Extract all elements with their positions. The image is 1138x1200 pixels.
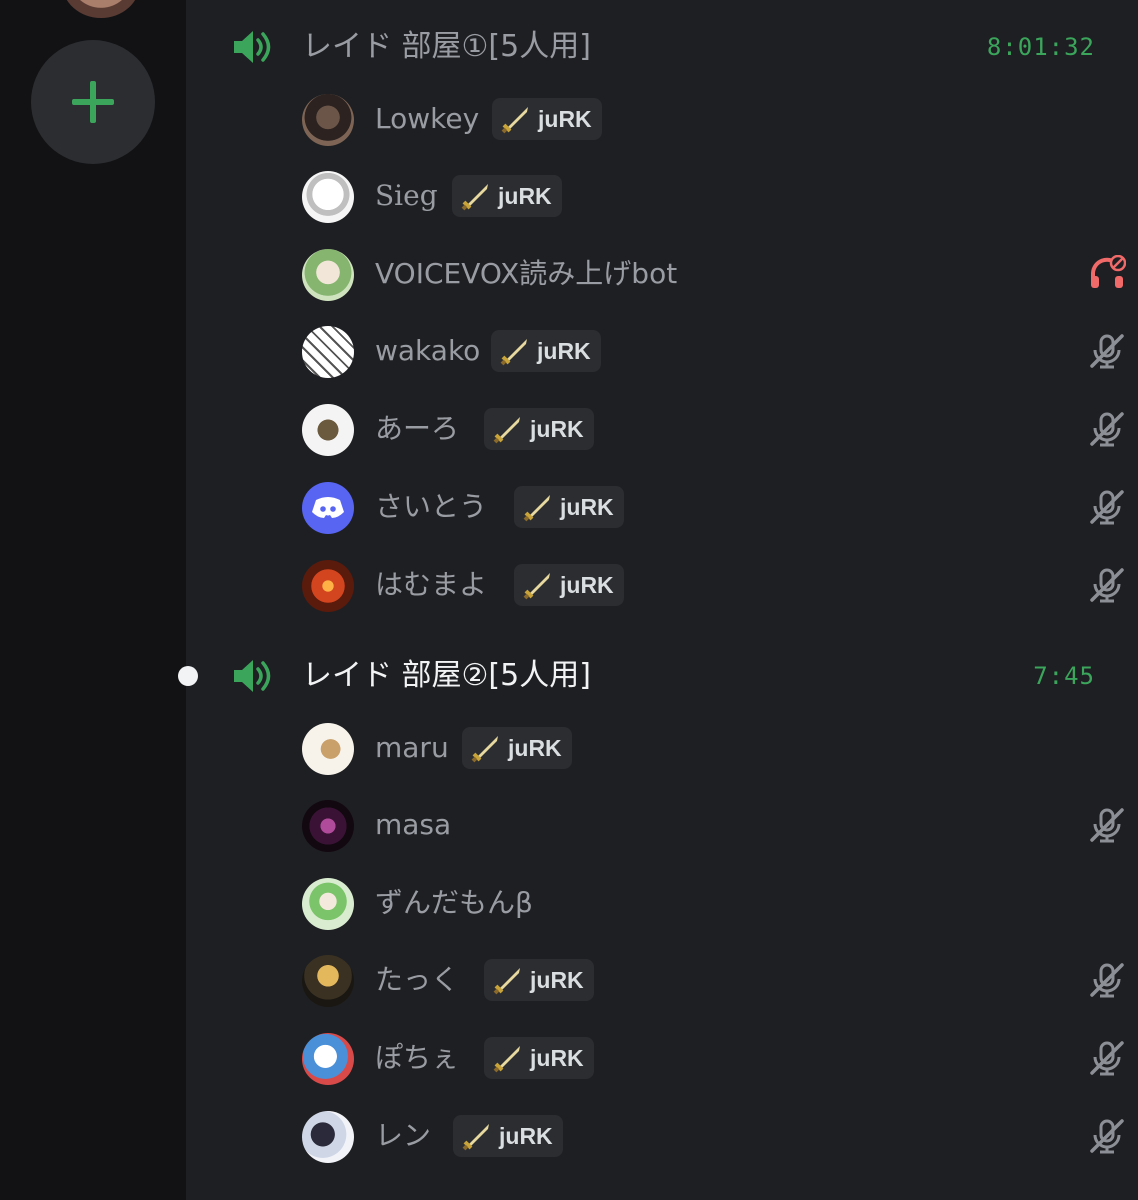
member-name: あーろ [375, 412, 460, 445]
add-server-button[interactable] [31, 40, 155, 164]
role-tag: juRK [514, 486, 624, 528]
role-tag: juRK [514, 564, 624, 606]
member-row[interactable]: たっく juRK [302, 951, 1124, 1009]
sword-icon [500, 339, 527, 366]
member-row[interactable]: masa [302, 796, 1124, 854]
avatar [302, 560, 354, 612]
muted-mic-icon [1090, 808, 1124, 843]
sword-icon [461, 184, 488, 211]
member-name: Lowkey [375, 102, 480, 135]
sword-icon [493, 417, 520, 444]
member-name: レン [375, 1119, 432, 1152]
member-name: wakako [375, 334, 481, 367]
avatar [302, 326, 354, 378]
muted-mic-icon [1090, 490, 1124, 525]
member-row[interactable]: maru juRK [302, 719, 1102, 777]
speaker-icon [234, 31, 271, 63]
unread-indicator [178, 666, 198, 686]
role-tag: juRK [484, 959, 594, 1001]
role-tag-label: juRK [508, 734, 562, 761]
member-row[interactable]: Lowkey juRK [302, 90, 1102, 148]
member-row[interactable]: Sieg juRK [302, 167, 1102, 225]
discord-logo-icon [312, 497, 344, 518]
member-row[interactable]: ぽちぇ juRK [302, 1029, 1124, 1087]
role-tag-label: juRK [537, 337, 591, 364]
muted-mic-icon [1090, 1041, 1124, 1076]
voice-channel-list: レイド 部屋①[5人用] 8:01:32 レイド 部屋②[5人用] 7:45 L… [178, 0, 1138, 1200]
avatar [302, 723, 354, 775]
channel-timer: 8:01:32 [986, 33, 1095, 61]
member-row[interactable]: あーろ juRK [302, 400, 1124, 458]
role-tag: juRK [452, 175, 562, 217]
discord-default-avatar [302, 482, 354, 534]
sword-icon [493, 968, 520, 995]
member-name: masa [375, 808, 452, 841]
role-tag: juRK [491, 330, 601, 372]
avatar [302, 1111, 354, 1163]
member-name: VOICEVOX読み上げbot [375, 257, 678, 290]
server-rail [0, 0, 186, 1200]
channel-name: レイド 部屋②[5人用] [302, 658, 591, 693]
muted-mic-icon [1090, 1119, 1124, 1154]
sword-icon [493, 1046, 520, 1073]
voice-channel-1[interactable]: レイド 部屋①[5人用] 8:01:32 [186, 17, 1138, 77]
sword-icon [523, 573, 550, 600]
sword-icon [501, 107, 528, 134]
role-tag-label: juRK [560, 571, 614, 598]
member-name: Sieg [375, 179, 438, 212]
avatar [302, 955, 354, 1007]
role-tag-label: juRK [499, 1122, 553, 1149]
role-tag: juRK [484, 408, 594, 450]
member-row[interactable]: はむまよ juRK [302, 556, 1124, 614]
sword-icon [462, 1124, 489, 1151]
voice-channel-2[interactable]: レイド 部屋②[5人用] 7:45 [178, 646, 1138, 706]
sword-icon [523, 495, 550, 522]
speaker-icon [234, 660, 271, 692]
avatar [302, 94, 354, 146]
member-row[interactable]: レン juRK [302, 1107, 1124, 1165]
role-tag-label: juRK [560, 493, 614, 520]
member-name: maru [375, 731, 449, 764]
avatar [302, 249, 354, 301]
channel-name: レイド 部屋①[5人用] [302, 29, 591, 64]
role-tag: juRK [492, 98, 602, 140]
member-name: はむまよ [375, 568, 488, 601]
member-name: ずんだもんβ [375, 886, 533, 919]
role-tag-label: juRK [530, 966, 584, 993]
role-tag-label: juRK [530, 1044, 584, 1071]
role-tag: juRK [484, 1037, 594, 1079]
member-row[interactable]: VOICEVOX読み上げbot [302, 245, 1126, 303]
member-name: さいとう [375, 490, 488, 523]
avatar [302, 404, 354, 456]
member-row[interactable]: ずんだもんβ [302, 874, 1102, 932]
avatar [302, 171, 354, 223]
avatar [302, 800, 354, 852]
plus-icon [72, 81, 114, 123]
member-name: ぽちぇ [375, 1041, 460, 1074]
deafened-icon [1091, 255, 1126, 288]
muted-mic-icon [1090, 412, 1124, 447]
muted-mic-icon [1090, 334, 1124, 369]
avatar [302, 878, 354, 930]
member-row[interactable]: wakako juRK [302, 322, 1124, 380]
role-tag-label: juRK [498, 182, 552, 209]
role-tag: juRK [453, 1115, 563, 1157]
avatar [302, 1033, 354, 1085]
member-name: たっく [375, 963, 460, 996]
muted-mic-icon [1090, 568, 1124, 603]
sword-icon [471, 736, 498, 763]
channel-timer: 7:45 [1033, 662, 1095, 690]
role-tag: juRK [462, 727, 572, 769]
server-icon[interactable] [62, 0, 140, 18]
muted-mic-icon [1090, 963, 1124, 998]
role-tag-label: juRK [530, 415, 584, 442]
member-row[interactable]: さいとう juRK [302, 478, 1124, 536]
role-tag-label: juRK [538, 105, 592, 132]
